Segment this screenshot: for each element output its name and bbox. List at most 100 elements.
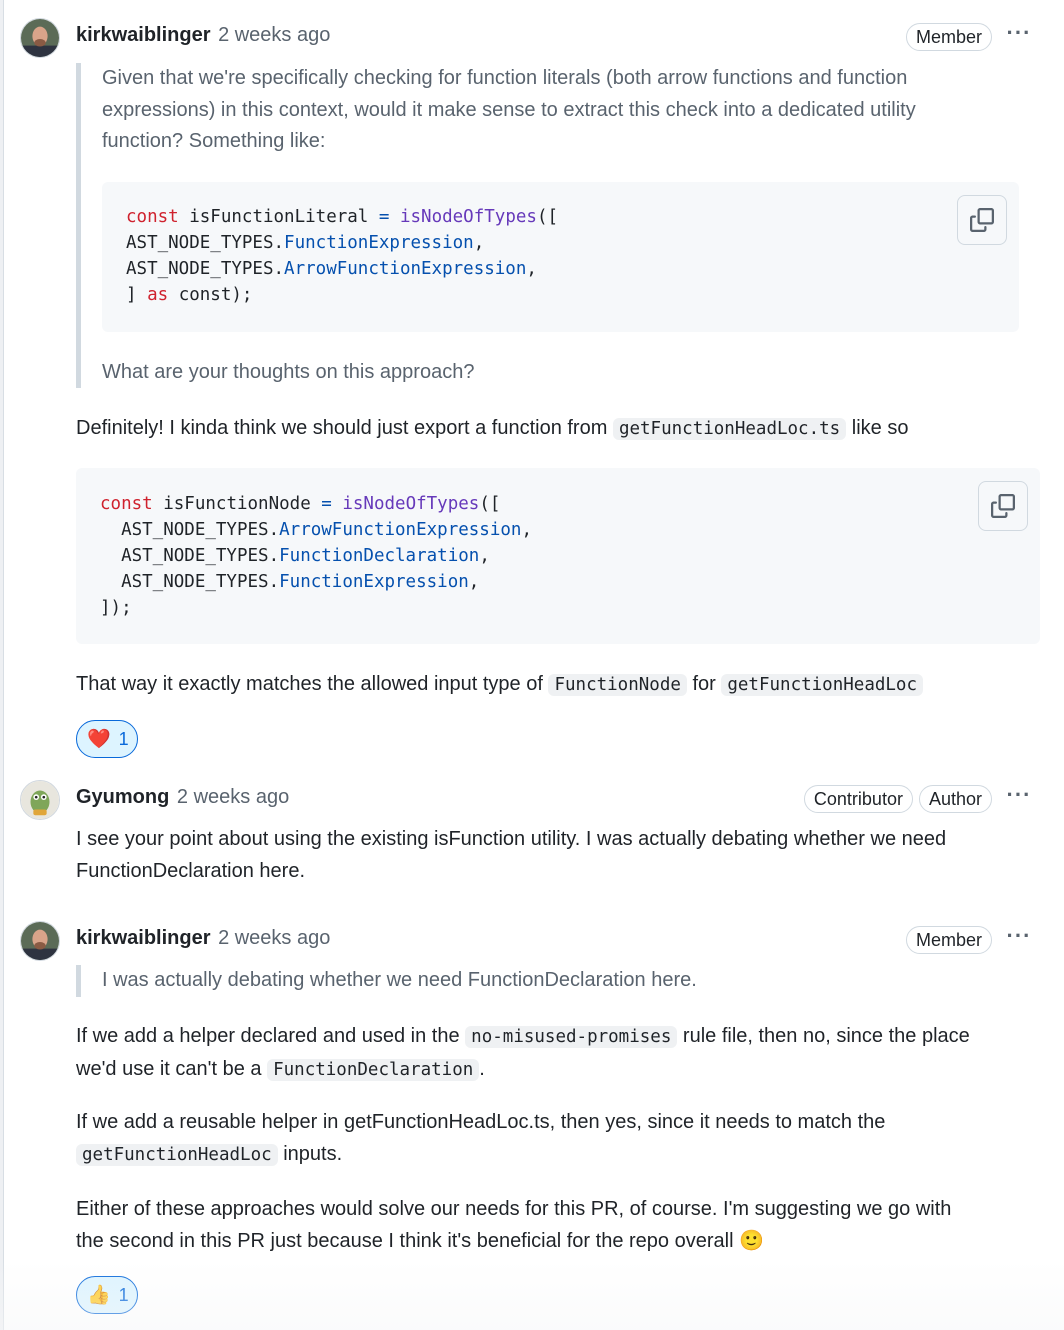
code-property: FunctionExpression [279, 572, 469, 592]
text: rule file, then no, since the place [677, 1025, 970, 1047]
paragraph-line: we'd use it can't be a FunctionDeclarati… [76, 1054, 1036, 1087]
contributor-badge: Contributor [803, 785, 913, 813]
heart-icon: ❤️ [87, 729, 111, 750]
code-function: isNodeOfTypes [331, 494, 480, 514]
code-property: ArrowFunctionExpression [284, 259, 527, 279]
code-text: , [468, 572, 480, 592]
reaction-thumbs-up[interactable]: 👍 1 [76, 1276, 138, 1314]
body-line: I see your point about using the existin… [76, 828, 947, 850]
tail-paragraph: That way it exactly matches the allowed … [76, 669, 1036, 702]
inline-code: no-misused-promises [465, 1026, 678, 1048]
timestamp[interactable]: 2 weeks ago [177, 786, 289, 808]
copy-button[interactable] [957, 195, 1007, 245]
reaction-heart[interactable]: ❤️ 1 [76, 720, 138, 758]
paragraph-line: If we add a helper declared and used in … [76, 1021, 1036, 1054]
body-line: FunctionDeclaration here. [76, 859, 306, 882]
avatar-image [21, 922, 59, 960]
quote-tail: What are your thoughts on this approach? [102, 361, 475, 383]
kebab-horizontal-icon[interactable]: ··· [1004, 925, 1034, 955]
quote-line: expressions) in this context, would it m… [102, 98, 916, 121]
code-operator: = [378, 207, 390, 227]
member-badge: Member [905, 23, 992, 51]
code-operator: = [321, 494, 332, 514]
badges: Contributor Author [803, 785, 992, 813]
code-text: ] [126, 285, 148, 305]
code-keyword: const [126, 207, 179, 227]
comment-body: I see your point about using the existin… [76, 824, 1036, 887]
code-keyword: const [100, 494, 153, 514]
author-name[interactable]: kirkwaiblinger [76, 24, 211, 46]
text: . [479, 1057, 485, 1080]
code-function: isNodeOfTypes [389, 207, 537, 227]
author-badge: Author [918, 785, 992, 813]
code-text: AST_NODE_TYPES. [100, 520, 280, 540]
bottom-fade [0, 1260, 1064, 1330]
quoted-text: I was actually debating whether we need … [76, 965, 1036, 997]
code-text: isFunctionNode [152, 494, 322, 514]
timestamp[interactable]: 2 weeks ago [218, 24, 330, 46]
code-text: const); [168, 285, 253, 305]
inline-code: getFunctionHeadLoc.ts [612, 418, 847, 440]
badges: Member [905, 926, 992, 954]
paragraph-line: Either of these approaches would solve o… [76, 1198, 952, 1220]
tail-text: That way it exactly matches the allowed … [76, 673, 549, 695]
reaction-count: 1 [118, 728, 129, 749]
code-text: , [473, 233, 485, 253]
code-text: , [521, 520, 532, 540]
quote-line: Given that we're specifically checking f… [102, 67, 908, 89]
avatar-image [21, 781, 59, 819]
code-text: ]); [100, 598, 132, 618]
paragraph-1: If we add a helper declared and used in … [76, 1021, 1036, 1086]
kebab-horizontal-icon[interactable]: ··· [1004, 784, 1034, 814]
copy-button[interactable] [978, 481, 1028, 531]
inline-code: FunctionDeclaration [267, 1058, 480, 1081]
reply-text: Definitely! I kinda think we should just… [76, 417, 613, 439]
author-name[interactable]: kirkwaiblinger [76, 927, 211, 949]
code-text: ([ [479, 494, 501, 514]
text: we'd use it can't be a [76, 1057, 268, 1080]
slightly-smiling-face-icon: 🙂 [739, 1229, 764, 1252]
text: If we add a helper declared and used in … [76, 1025, 466, 1047]
inline-code: getFunctionHeadLoc [76, 1143, 278, 1166]
code-text: AST_NODE_TYPES. [100, 546, 280, 566]
inline-code: FunctionNode [548, 674, 687, 696]
code-text: , [479, 546, 490, 566]
quote-code-block: const isFunctionLiteral = isNodeOfTypes(… [102, 182, 1019, 332]
tail-text: for [686, 673, 722, 695]
comment-header: kirkwaiblinger 2 weeks ago Member ··· [76, 925, 1064, 957]
timeline-rail [0, 0, 4, 1330]
thumbs-up-icon: 👍 [87, 1285, 111, 1306]
code-property: FunctionDeclaration [279, 546, 480, 566]
code-keyword: as [147, 285, 169, 305]
avatar[interactable] [20, 18, 60, 58]
paragraph-2: If we add a reusable helper in getFuncti… [76, 1107, 1036, 1171]
kebab-horizontal-icon[interactable]: ··· [1004, 22, 1034, 52]
paragraph-3: Either of these approaches would solve o… [76, 1194, 1036, 1257]
reply-paragraph: Definitely! I kinda think we should just… [76, 413, 1036, 446]
code-text: isFunctionLiteral [178, 207, 379, 227]
reaction-count: 1 [118, 1284, 129, 1305]
paragraph-line: getFunctionHeadLoc inputs. [76, 1139, 1036, 1172]
copy-icon [991, 494, 1015, 518]
avatar[interactable] [20, 921, 60, 961]
code-text: AST_NODE_TYPES. [126, 259, 285, 279]
code-property: FunctionExpression [284, 233, 474, 253]
reply-text: like so [846, 417, 909, 439]
code-text: ([ [536, 207, 559, 227]
avatar-image [21, 19, 59, 57]
comment-header: Gyumong 2 weeks ago Contributor Author ·… [76, 784, 1064, 816]
code-text: , [526, 259, 537, 279]
code-text: AST_NODE_TYPES. [126, 233, 285, 253]
avatar[interactable] [20, 780, 60, 820]
inline-code: getFunctionHeadLoc [721, 674, 924, 696]
author-name[interactable]: Gyumong [76, 786, 169, 808]
text: inputs. [277, 1142, 343, 1165]
text: the second in this PR just because I thi… [76, 1229, 740, 1252]
timestamp[interactable]: 2 weeks ago [218, 927, 330, 949]
code-text: AST_NODE_TYPES. [100, 572, 280, 592]
badges: Member [905, 23, 992, 51]
comment-header: kirkwaiblinger 2 weeks ago Member ··· [76, 22, 1064, 54]
copy-icon [970, 208, 994, 232]
code-property: ArrowFunctionExpression [279, 520, 522, 540]
code-block: const isFunctionNode = isNodeOfTypes([ A… [76, 468, 1040, 644]
